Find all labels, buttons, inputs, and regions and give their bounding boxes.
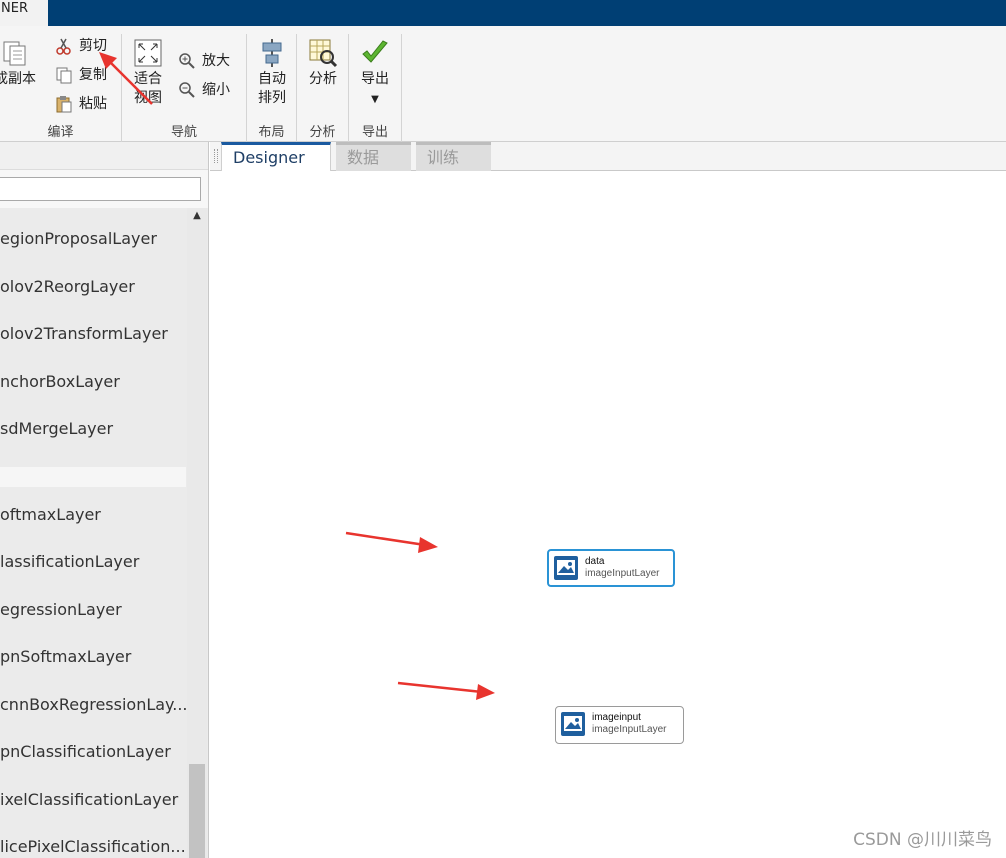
layer-item[interactable]: pnClassificationLayer xyxy=(0,729,186,775)
analyze-icon xyxy=(309,39,338,68)
fit-view-label-line2: 视图 xyxy=(134,90,162,106)
fit-view-button[interactable]: 适合 视图 xyxy=(126,38,170,108)
zoom-out-button[interactable]: 缩小 xyxy=(178,80,230,100)
document-tabstrip: Designer 数据 训练 xyxy=(210,142,1006,171)
cut-label: 剪切 xyxy=(79,38,107,54)
layer-item[interactable]: olov2TransformLayer xyxy=(0,311,186,357)
compile-group-label: 编译 xyxy=(47,125,74,140)
ribbon-group-analyze: 分析 分析 xyxy=(297,34,349,142)
analyze-button[interactable]: 分析 xyxy=(301,38,345,89)
copy-label: 复制 xyxy=(79,67,107,83)
node-name: imageinput xyxy=(592,712,641,723)
scroll-up-arrow-icon[interactable]: ▲ xyxy=(187,208,207,224)
duplicate-button[interactable]: 成副本 xyxy=(0,38,44,89)
app-tab-designer[interactable]: NER xyxy=(0,0,48,26)
duplicate-label: 成副本 xyxy=(0,71,36,87)
layout-group-label: 布局 xyxy=(258,125,285,140)
fit-to-view-icon xyxy=(134,39,162,67)
auto-arrange-button[interactable]: 自动 排列 xyxy=(250,38,294,108)
export-button[interactable]: 导出 ▼ xyxy=(353,38,397,109)
duplicate-icon xyxy=(3,41,26,66)
layer-item[interactable]: oftmaxLayer xyxy=(0,492,186,538)
ribbon-group-compile: 成副本 剪切 复制 粘贴 编译 xyxy=(0,34,122,142)
scissors-icon xyxy=(56,38,71,55)
image-input-icon xyxy=(554,556,578,580)
tab-data[interactable]: 数据 xyxy=(336,142,411,171)
layer-item[interactable]: pnSoftmaxLayer xyxy=(0,634,186,680)
toolstrip: 成副本 剪切 复制 粘贴 编译 适合 视图 放大 缩小 导航 自动 排列 布局 … xyxy=(0,26,1006,142)
layer-item[interactable]: sdMergeLayer xyxy=(0,406,186,452)
node-name: data xyxy=(585,556,605,567)
paste-label: 粘贴 xyxy=(79,96,107,112)
watermark: CSDN @川川菜鸟 xyxy=(853,830,992,850)
export-group-label: 导出 xyxy=(361,125,388,140)
layer-node-imageinput[interactable]: imageinput imageInputLayer xyxy=(555,706,684,744)
layer-node-data[interactable]: data imageInputLayer xyxy=(547,549,675,587)
layer-item[interactable]: olov2ReorgLayer xyxy=(0,264,186,310)
paste-icon xyxy=(56,96,72,113)
auto-arrange-icon xyxy=(262,39,282,67)
layer-item[interactable]: egressionLayer xyxy=(0,587,186,633)
navigate-group-label: 导航 xyxy=(170,125,197,140)
analyze-group-label: 分析 xyxy=(309,125,336,140)
paste-button[interactable]: 粘贴 xyxy=(55,94,107,114)
layer-item[interactable]: lassificationLayer xyxy=(0,539,186,585)
ribbon-group-layout: 自动 排列 布局 xyxy=(247,34,297,142)
layer-library-header xyxy=(0,142,208,170)
analyze-label: 分析 xyxy=(309,71,337,87)
zoom-in-icon xyxy=(179,53,195,69)
fit-view-label-line1: 适合 xyxy=(134,71,162,87)
ribbon-group-export: 导出 ▼ 导出 xyxy=(349,34,402,142)
layer-item[interactable]: egionProposalLayer xyxy=(0,216,186,262)
layer-search-input[interactable] xyxy=(0,177,201,201)
image-input-icon xyxy=(561,712,585,736)
copy-icon xyxy=(56,67,72,84)
layer-library-panel: egionProposalLayer olov2ReorgLayer olov2… xyxy=(0,142,209,858)
node-type: imageInputLayer xyxy=(592,724,667,735)
scrollbar-thumb[interactable] xyxy=(189,764,205,858)
layer-list: egionProposalLayer olov2ReorgLayer olov2… xyxy=(0,208,208,858)
layer-list-scrollbar[interactable] xyxy=(187,208,207,858)
drag-grip-icon[interactable] xyxy=(214,149,218,163)
tab-designer[interactable]: Designer xyxy=(221,142,331,171)
checkmark-icon xyxy=(362,40,388,63)
title-bar xyxy=(0,0,1006,26)
zoom-in-label: 放大 xyxy=(202,53,230,69)
auto-arrange-label-line1: 自动 xyxy=(258,71,286,87)
auto-arrange-label-line2: 排列 xyxy=(258,90,286,106)
export-label: 导出 xyxy=(361,71,389,87)
copy-button[interactable]: 复制 xyxy=(55,65,107,85)
layer-item[interactable]: nchorBoxLayer xyxy=(0,359,186,405)
zoom-in-button[interactable]: 放大 xyxy=(178,51,230,71)
node-type: imageInputLayer xyxy=(585,568,660,579)
layer-item[interactable]: licePixelClassification... xyxy=(0,824,186,858)
layer-item[interactable]: ixelClassificationLayer xyxy=(0,777,186,823)
tab-training[interactable]: 训练 xyxy=(416,142,491,171)
layer-item[interactable]: cnnBoxRegressionLay... xyxy=(0,682,186,728)
zoom-out-label: 缩小 xyxy=(202,82,230,98)
dropdown-arrow-icon: ▼ xyxy=(371,94,379,105)
ribbon-group-navigate: 适合 视图 放大 缩小 导航 xyxy=(122,34,247,142)
cut-button[interactable]: 剪切 xyxy=(55,36,107,56)
zoom-out-icon xyxy=(179,82,195,98)
designer-canvas[interactable]: data imageInputLayer imageinput imageInp… xyxy=(210,172,1006,858)
section-divider xyxy=(0,467,186,487)
